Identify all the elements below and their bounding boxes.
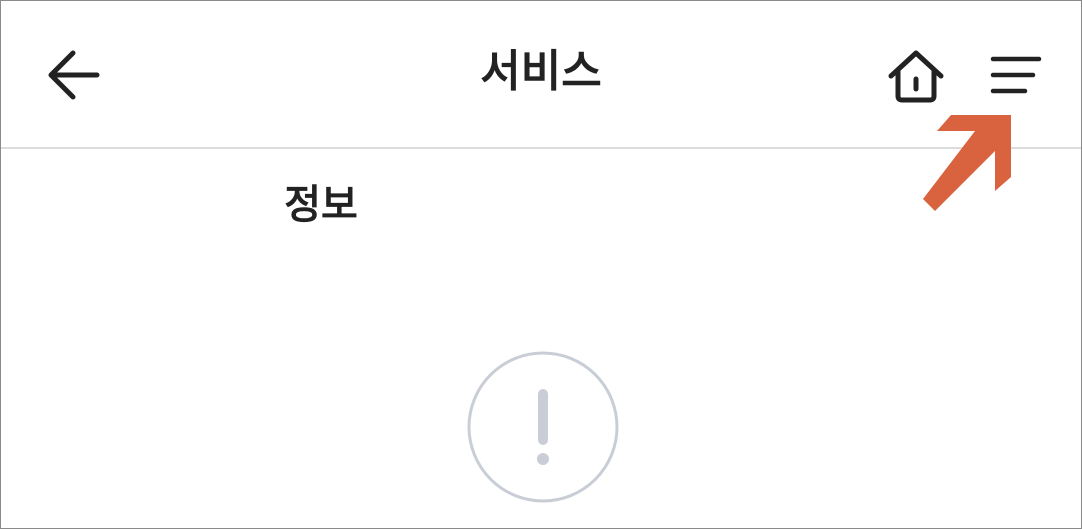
exclamation-circle-icon	[465, 349, 621, 505]
app-frame: 서비스 정보	[0, 0, 1082, 529]
section-label: 정보	[284, 182, 358, 228]
back-button[interactable]	[41, 45, 105, 105]
menu-button[interactable]	[985, 47, 1047, 103]
pointer-arrow-icon	[911, 107, 1021, 217]
hamburger-menu-icon	[990, 56, 1042, 94]
home-button[interactable]	[883, 43, 949, 109]
home-icon	[888, 50, 944, 103]
arrow-left-icon	[48, 50, 100, 100]
